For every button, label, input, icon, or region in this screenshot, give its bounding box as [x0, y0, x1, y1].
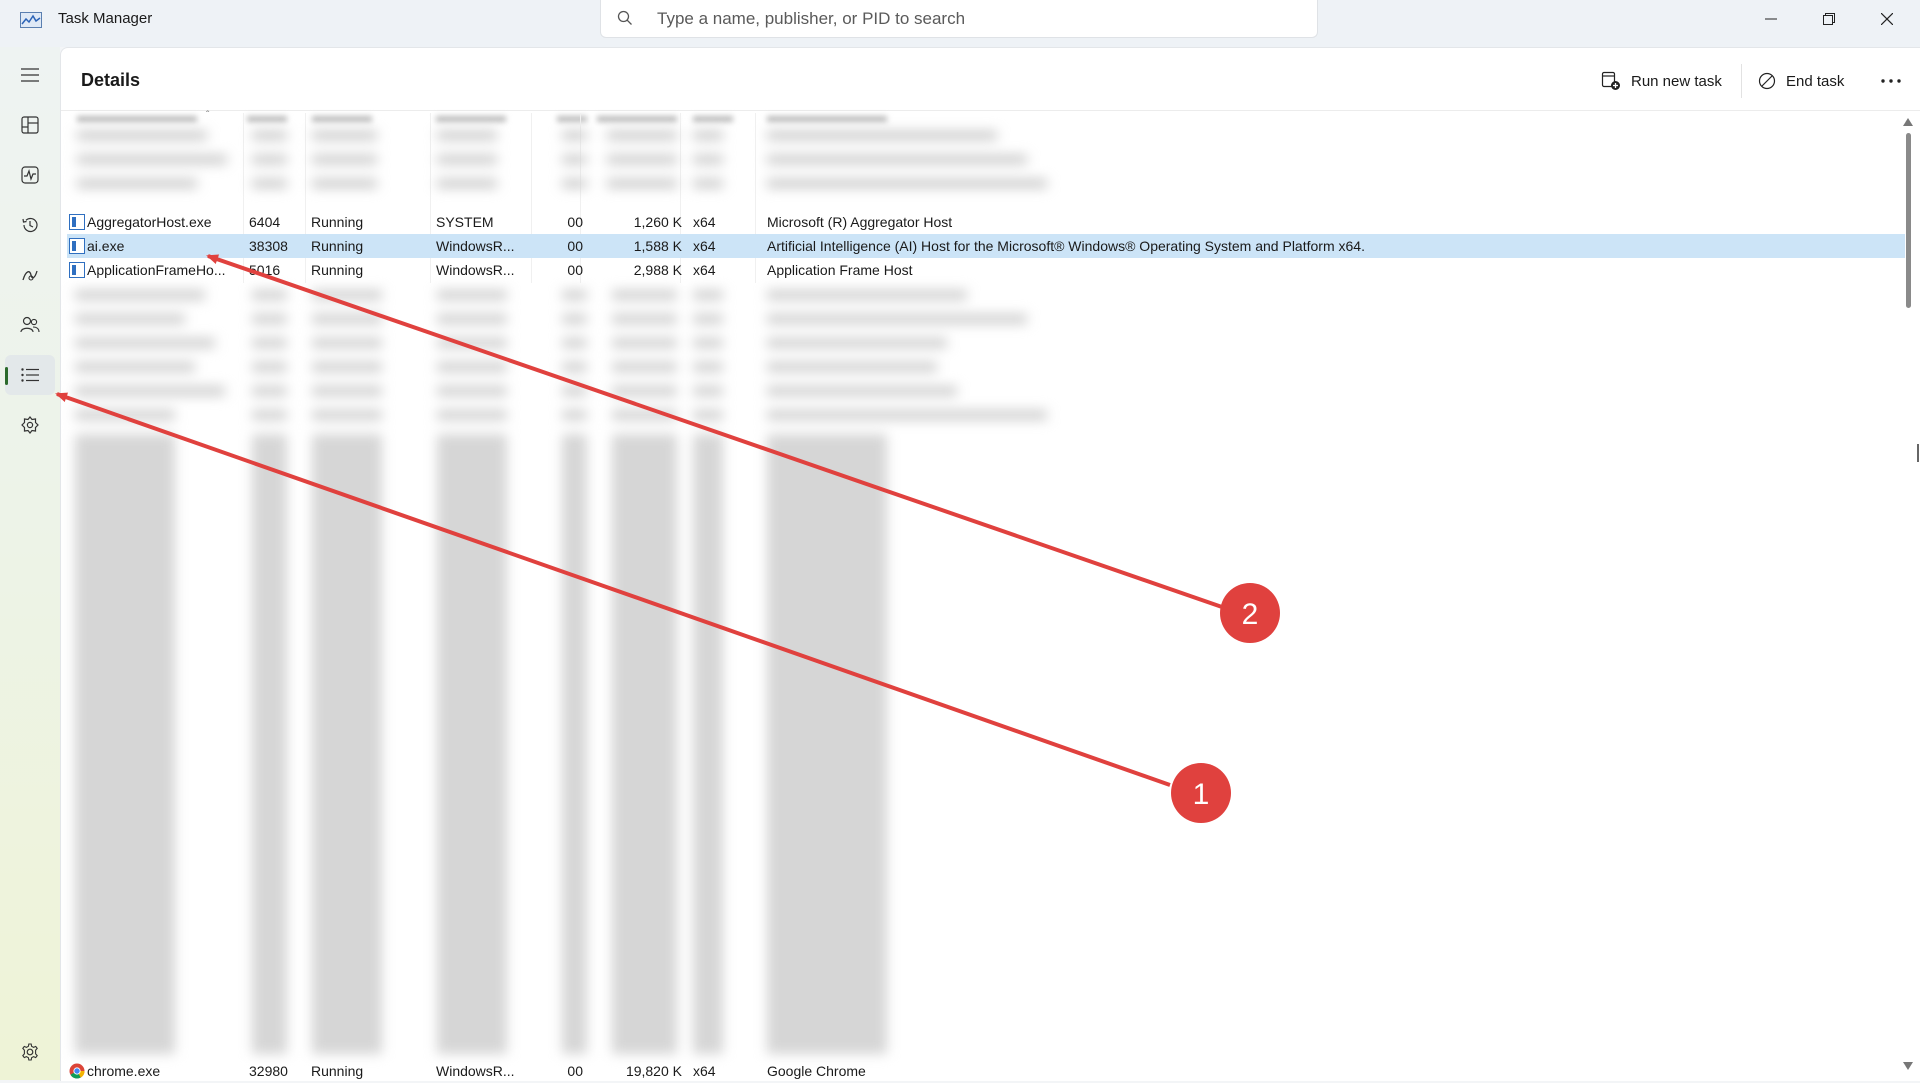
command-separator	[1741, 64, 1742, 98]
restore-button[interactable]	[1800, 0, 1858, 38]
table-row[interactable]: AggregatorHost.exe 6404 Running SYSTEM 0…	[67, 210, 1905, 234]
process-cpu: 00	[567, 238, 583, 254]
process-user: WindowsR...	[436, 1063, 515, 1079]
scroll-down-arrow[interactable]	[1901, 1060, 1915, 1072]
process-pid: 32980	[249, 1063, 288, 1079]
process-memory: 1,260 K	[633, 214, 682, 230]
process-architecture: x64	[693, 214, 716, 230]
process-description: Artificial Intelligence (AI) Host for th…	[767, 238, 1365, 254]
task-manager-app-icon	[20, 12, 42, 28]
table-row[interactable]: ApplicationFrameHo... 5016 Running Windo…	[67, 258, 1905, 282]
process-pid: 6404	[249, 214, 281, 230]
processes-icon	[21, 116, 39, 134]
process-name: AggregatorHost.exe	[87, 214, 212, 230]
process-user: WindowsR...	[436, 238, 515, 254]
table-row-selected[interactable]: ai.exe 38308 Running WindowsR... 00 1,58…	[67, 234, 1905, 258]
gear-icon	[22, 1043, 38, 1061]
close-button[interactable]	[1858, 0, 1916, 38]
minimize-icon	[1765, 18, 1777, 20]
nav-menu-toggle[interactable]	[5, 55, 55, 95]
process-memory: 19,820 K	[625, 1063, 682, 1079]
startup-apps-icon	[22, 270, 38, 281]
navigation-sidebar	[0, 47, 60, 1080]
details-panel: Details Run new task End task ˆ Aggregat…	[60, 47, 1920, 1081]
run-new-task-label: Run new task	[1631, 72, 1722, 90]
process-architecture: x64	[693, 238, 716, 254]
process-status: Running	[311, 262, 364, 278]
process-status: Running	[311, 214, 364, 230]
hamburger-menu-icon	[21, 68, 39, 82]
process-architecture: x64	[693, 262, 716, 278]
process-user: SYSTEM	[436, 214, 494, 230]
chrome-icon	[69, 1063, 85, 1079]
services-icon	[21, 416, 39, 434]
blurred-rows-top	[77, 131, 1047, 188]
process-name: ai.exe	[87, 238, 125, 254]
users-icon	[20, 316, 40, 333]
process-status: Running	[311, 1063, 364, 1079]
nav-performance[interactable]	[5, 155, 55, 195]
close-icon	[1881, 13, 1893, 25]
text-cursor-icon	[1917, 444, 1919, 462]
process-pid: 5016	[249, 262, 281, 278]
blurred-rows-bottom	[75, 290, 1047, 1054]
details-icon	[21, 368, 39, 382]
process-pid: 38308	[249, 238, 288, 254]
end-task-icon	[1758, 72, 1776, 90]
table-row[interactable]: chrome.exe 32980 Running WindowsR... 00 …	[67, 1059, 1905, 1083]
scroll-up-arrow[interactable]	[1901, 116, 1915, 128]
nav-settings[interactable]	[5, 1032, 55, 1072]
app-history-icon	[22, 217, 38, 233]
search-icon	[617, 10, 632, 25]
process-description: Google Chrome	[767, 1063, 866, 1079]
nav-startup-apps[interactable]	[5, 255, 55, 295]
more-options-icon	[1881, 79, 1901, 83]
process-memory: 1,588 K	[633, 238, 682, 254]
more-options-button[interactable]	[1877, 64, 1905, 98]
nav-users[interactable]	[5, 305, 55, 345]
nav-app-history[interactable]	[5, 205, 55, 245]
performance-icon	[21, 166, 39, 184]
process-cpu: 00	[567, 214, 583, 230]
process-cpu: 00	[567, 1063, 583, 1079]
exe-file-icon	[69, 214, 85, 230]
process-name: chrome.exe	[87, 1063, 161, 1079]
process-user: WindowsR...	[436, 262, 515, 278]
page-title: Details	[81, 70, 141, 90]
exe-file-icon	[69, 262, 85, 278]
header-divider	[61, 110, 1920, 111]
process-architecture: x64	[693, 1063, 716, 1079]
process-cpu: 00	[567, 262, 583, 278]
title-bar: Task Manager	[0, 0, 1920, 47]
end-task-button[interactable]: End task	[1758, 64, 1844, 98]
end-task-label: End task	[1786, 72, 1845, 90]
nav-services[interactable]	[5, 405, 55, 445]
run-task-icon	[1601, 71, 1620, 90]
process-name: ApplicationFrameHo...	[87, 262, 226, 278]
process-memory: 2,988 K	[633, 262, 682, 278]
sort-ascending-icon: ˆ	[206, 110, 210, 121]
run-new-task-button[interactable]: Run new task	[1601, 64, 1722, 98]
nav-processes[interactable]	[5, 105, 55, 145]
process-status: Running	[311, 238, 364, 254]
process-description: Microsoft (R) Aggregator Host	[767, 214, 953, 230]
exe-file-icon	[69, 238, 85, 254]
process-description: Application Frame Host	[767, 262, 913, 278]
minimize-button[interactable]	[1742, 0, 1800, 38]
window-title: Task Manager	[58, 10, 153, 27]
scrollbar-thumb[interactable]	[1906, 133, 1911, 308]
search-box[interactable]	[600, 0, 1318, 38]
restore-icon	[1823, 13, 1835, 25]
nav-details[interactable]	[5, 355, 55, 395]
search-input[interactable]	[657, 6, 1257, 32]
